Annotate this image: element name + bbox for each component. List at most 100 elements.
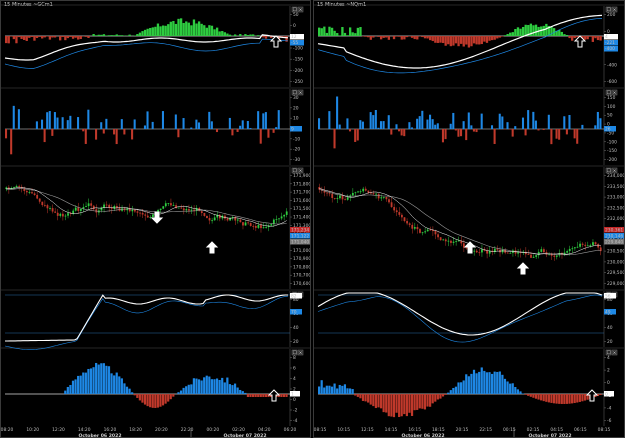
histogram-bar	[66, 386, 69, 394]
delta-bar	[246, 120, 249, 129]
candle-body	[103, 204, 105, 208]
osc-bar	[395, 36, 398, 37]
candle-body	[573, 247, 576, 249]
delta-bar	[277, 110, 280, 129]
x-tick-label: 14:15	[385, 427, 398, 433]
osc-bar	[356, 27, 360, 36]
delta-bar	[336, 96, 339, 129]
histogram-bar	[560, 394, 563, 404]
stoch-d-line	[4, 295, 289, 350]
candle-body	[90, 203, 93, 206]
histogram-bar	[410, 394, 414, 416]
histogram-bar	[431, 394, 434, 404]
osc-bar	[190, 25, 193, 36]
histogram-bar	[185, 386, 188, 394]
osc-bar	[17, 36, 21, 38]
histogram-bar	[77, 375, 80, 394]
histogram-bar	[115, 372, 118, 394]
osc-bar	[325, 32, 329, 36]
signal-line	[317, 18, 603, 74]
candle-body	[262, 227, 265, 229]
y-tick-label: 170,800	[293, 264, 311, 270]
osc-bar	[115, 34, 118, 36]
osc-bar	[97, 34, 100, 36]
histogram-bar	[136, 394, 139, 398]
delta-bar	[493, 129, 496, 144]
histogram-bar	[215, 378, 219, 394]
histogram-bar	[490, 373, 494, 394]
histogram-bar	[190, 384, 193, 394]
candle-body	[85, 206, 87, 207]
delta-bar	[429, 114, 432, 129]
histogram-bar	[133, 394, 136, 396]
delta-bar	[346, 118, 349, 129]
candle-body	[242, 222, 244, 226]
x-tick-label: 16:20	[104, 427, 117, 433]
delta-bar	[356, 129, 359, 141]
delta-bar	[403, 129, 406, 137]
delta-bar	[338, 124, 341, 129]
osc-bar	[330, 27, 334, 36]
histogram-bar	[408, 394, 411, 413]
chart-window-gc[interactable]: 15 Minutes ~GCm1 ☐×500-50-100-150-200-25…	[0, 0, 311, 438]
candle-body	[182, 208, 185, 211]
chart-canvas-gc[interactable]: ☐×500-50-100-150-200-250☐×3020100-10-20-…	[1, 1, 311, 438]
osc-bar	[509, 32, 512, 36]
chart-window-nq[interactable]: 15 Minutes ~NQm1 ☐×2000-200-400-600☐×150…	[313, 0, 625, 438]
candle-body	[455, 241, 458, 242]
osc-bar	[174, 23, 178, 36]
delta-bar	[41, 119, 44, 129]
candle-body	[213, 217, 216, 221]
histogram-bar	[552, 394, 556, 404]
x-tick-label: 10:20	[26, 427, 39, 433]
value-label: 70	[291, 309, 297, 315]
chart-canvas-nq[interactable]: ☐×2000-200-400-600☐×150100500-50-100-150…	[314, 1, 625, 438]
histogram-bar	[571, 394, 574, 404]
candle-body	[401, 214, 403, 218]
y-tick-label: 229,500	[607, 270, 625, 276]
candle-body	[105, 204, 108, 206]
delta-bar	[596, 111, 599, 129]
value-label: 26	[605, 127, 611, 133]
date-label: October 06 2022	[78, 433, 121, 438]
candle-body	[411, 224, 414, 229]
delta-bar	[195, 119, 198, 129]
histogram-bar	[348, 388, 352, 394]
histogram-bar	[540, 394, 543, 401]
osc-bar	[110, 35, 113, 36]
x-tick-label: 02:15	[527, 427, 540, 433]
histogram-bar	[221, 377, 224, 394]
candle-body	[439, 237, 442, 241]
delta-bar	[441, 129, 444, 143]
candle-body	[180, 207, 183, 209]
osc-bar	[524, 24, 527, 36]
delta-bar	[418, 116, 421, 129]
histogram-bar	[146, 394, 149, 407]
stoch-k-line	[5, 294, 288, 342]
y-tick-label: 40	[607, 325, 613, 331]
osc-bar	[493, 36, 496, 40]
y-tick-label: -600	[607, 79, 617, 85]
candle-body	[56, 212, 59, 216]
stoch-k-line	[317, 292, 603, 336]
osc-bar	[151, 27, 154, 36]
osc-bar	[84, 36, 88, 37]
histogram-bar	[120, 378, 123, 394]
delta-bar	[594, 125, 597, 129]
delta-bar	[444, 129, 447, 140]
osc-bar	[436, 36, 440, 43]
osc-bar	[501, 36, 504, 37]
histogram-bar	[251, 394, 255, 397]
oscillator-line	[4, 34, 289, 61]
candle-body	[131, 209, 134, 212]
value-label: 171,122	[291, 233, 309, 239]
y-tick-label: 230,000	[607, 259, 625, 265]
delta-bar	[565, 129, 568, 135]
histogram-bar	[467, 376, 470, 394]
candle-body	[74, 207, 77, 211]
histogram-bar	[233, 383, 237, 394]
value-label: 9	[291, 127, 294, 133]
candle-body	[406, 221, 408, 224]
candle-body	[33, 193, 36, 195]
candle-body	[473, 250, 476, 252]
